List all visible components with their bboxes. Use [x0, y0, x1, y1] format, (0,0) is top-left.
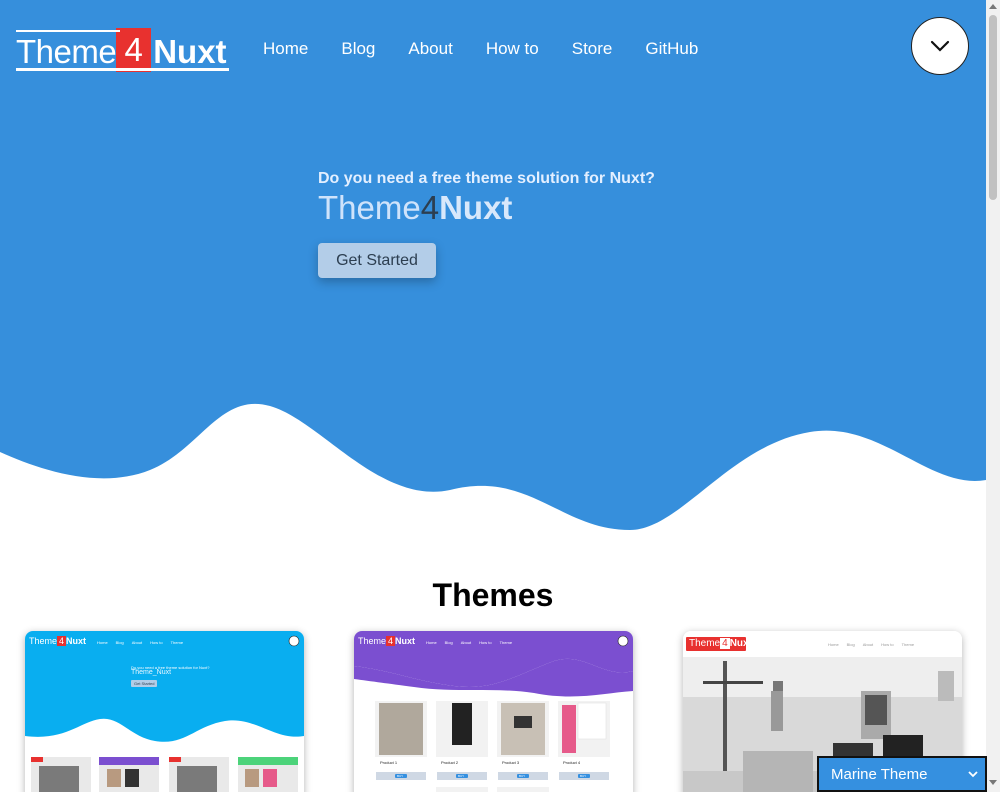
card-monochrome-nav: Home Blog About How to Theme	[828, 642, 915, 647]
card-marine-title: Theme_Nuxt	[131, 669, 172, 676]
nav-github[interactable]: GitHub	[645, 38, 698, 60]
nav-home[interactable]: Home	[263, 38, 308, 60]
card-marine-cta: Get Started	[134, 681, 155, 686]
get-started-button[interactable]: Get Started	[318, 243, 436, 278]
theme-select[interactable]: Marine Theme	[817, 756, 987, 792]
logo-top-rule	[16, 30, 120, 32]
card-monochrome-logo: Theme 4 Nuxt	[689, 638, 752, 649]
hero-section: Theme 4 Nuxt Home Blog About How to Stor…	[0, 0, 986, 540]
chevron-down-icon	[968, 771, 978, 778]
hero-title-nuxt: Nuxt	[439, 189, 513, 226]
theme-card-purple[interactable]: Theme 4 Nuxt Home Blog About How to Theme Prod…	[354, 631, 633, 792]
card-purple-buy-3: BUY	[519, 774, 526, 778]
card-purple-buy-4: BUY	[580, 774, 587, 778]
nav-how-to[interactable]: How to	[486, 38, 539, 60]
logo-underline	[16, 68, 229, 71]
logo-nuxt-text: Nuxt	[153, 33, 227, 70]
hero-question: Do you need a free theme solution for Nu…	[318, 170, 655, 187]
card-purple-buy-1: BUY	[397, 774, 404, 778]
hero-title-theme: Theme	[318, 189, 421, 226]
scroll-thumb[interactable]	[989, 15, 997, 200]
nav-blog[interactable]: Blog	[341, 38, 375, 60]
card-marine-preview	[25, 631, 304, 792]
scroll-down-arrow-icon[interactable]	[989, 780, 997, 786]
page: Theme 4 Nuxt Home Blog About How to Stor…	[0, 0, 1000, 792]
card-purple-logo: Theme 4 Nuxt	[358, 636, 416, 646]
menu-toggle-button[interactable]	[911, 17, 969, 75]
card-purple-nav: Home Blog About How to Theme	[426, 640, 513, 645]
nav-store[interactable]: Store	[572, 38, 613, 60]
theme-card-marine[interactable]: Theme 4 Nuxt Home Blog About How to Theme Do y…	[25, 631, 304, 792]
card-purple-preview	[354, 631, 633, 792]
hero-title: Theme4Nuxt	[318, 189, 512, 227]
card-purple-buy-2: BUY	[458, 774, 465, 778]
page-scrollbar[interactable]	[986, 0, 1000, 792]
logo-theme-text: Theme	[16, 33, 117, 70]
nav-about[interactable]: About	[408, 38, 452, 60]
card-purple-product-3: Product 3	[502, 760, 520, 765]
card-purple-product-4: Product 4	[563, 760, 581, 765]
card-purple-product-1: Product 1	[380, 760, 398, 765]
site-logo[interactable]: Theme 4 Nuxt	[16, 28, 229, 72]
themes-heading: Themes	[432, 577, 554, 613]
hero-wave-background	[0, 0, 986, 530]
card-marine-nav: Home Blog About How to Theme	[97, 640, 184, 645]
scroll-up-arrow-icon[interactable]	[989, 3, 997, 9]
theme-select-value: Marine Theme	[831, 765, 928, 783]
chevron-down-icon	[930, 40, 950, 52]
main-nav: Home Blog About How to Store GitHub	[263, 38, 731, 60]
logo-four-badge: 4	[116, 28, 152, 72]
card-marine-logo: Theme 4 Nuxt	[29, 636, 87, 646]
card-purple-product-2: Product 2	[441, 760, 459, 765]
hero-title-four: 4	[420, 189, 440, 226]
